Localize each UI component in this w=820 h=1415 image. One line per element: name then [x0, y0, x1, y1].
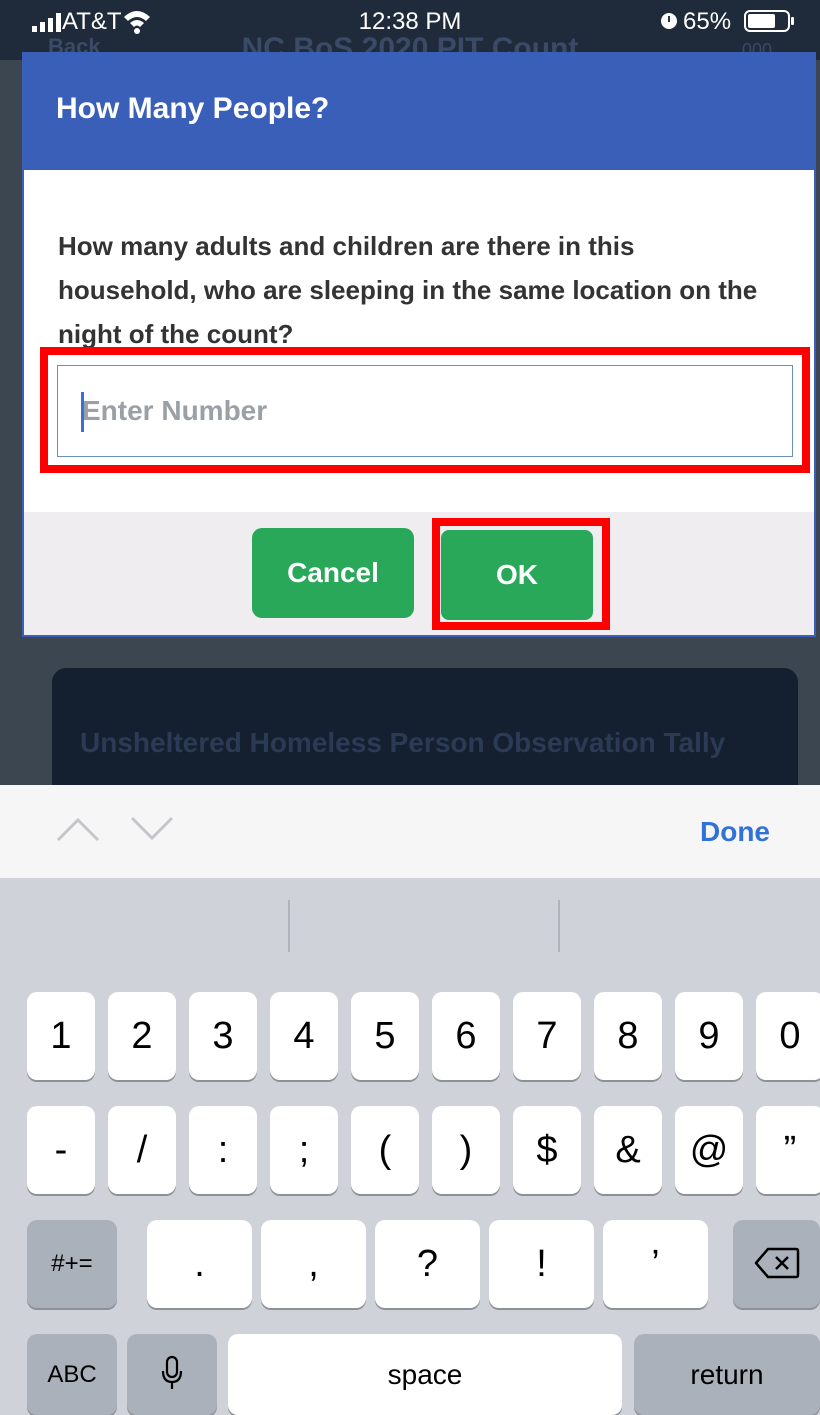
key-4[interactable]: 4 — [270, 992, 338, 1080]
dictation-key[interactable] — [127, 1334, 217, 1415]
key-0[interactable]: 0 — [756, 992, 820, 1080]
space-key[interactable]: space — [228, 1334, 622, 1415]
key-symbols-toggle[interactable]: #+= — [27, 1220, 117, 1308]
key-slash[interactable]: / — [108, 1106, 176, 1194]
key-2[interactable]: 2 — [108, 992, 176, 1080]
input-highlight-box — [40, 347, 810, 473]
key-apostrophe[interactable]: ’ — [603, 1220, 708, 1308]
chevron-down-icon[interactable] — [130, 814, 174, 844]
key-hyphen[interactable]: - — [27, 1106, 95, 1194]
ok-highlight-box — [432, 518, 610, 630]
key-7[interactable]: 7 — [513, 992, 581, 1080]
dialog-question: How many adults and children are there i… — [58, 231, 758, 349]
alarm-icon — [661, 13, 677, 29]
key-8[interactable]: 8 — [594, 992, 662, 1080]
key-1[interactable]: 1 — [27, 992, 95, 1080]
microphone-icon — [161, 1355, 183, 1389]
key-semicolon[interactable]: ; — [270, 1106, 338, 1194]
battery-percentage: 65% — [683, 8, 732, 35]
dialog-title: How Many People? — [56, 92, 330, 125]
done-button[interactable]: Done — [700, 816, 770, 848]
key-abc[interactable]: ABC — [27, 1334, 117, 1415]
key-at[interactable]: @ — [675, 1106, 743, 1194]
key-3[interactable]: 3 — [189, 992, 257, 1080]
key-dollar[interactable]: $ — [513, 1106, 581, 1194]
key-period[interactable]: . — [147, 1220, 252, 1308]
cancel-button[interactable]: Cancel — [252, 528, 414, 618]
key-open-paren[interactable]: ( — [351, 1106, 419, 1194]
chevron-up-icon[interactable] — [56, 814, 100, 844]
key-6[interactable]: 6 — [432, 992, 500, 1080]
status-bar: AT&T 12:38 PM 65% — [0, 0, 820, 42]
key-ampersand[interactable]: & — [594, 1106, 662, 1194]
prediction-divider — [288, 900, 290, 952]
key-question[interactable]: ? — [375, 1220, 480, 1308]
return-key[interactable]: return — [634, 1334, 820, 1415]
battery-icon — [744, 10, 794, 32]
prediction-divider — [558, 900, 560, 952]
key-close-paren[interactable]: ) — [432, 1106, 500, 1194]
backspace-key[interactable] — [733, 1220, 820, 1308]
key-comma[interactable]: , — [261, 1220, 366, 1308]
key-exclamation[interactable]: ! — [489, 1220, 594, 1308]
keyboard-accessory-bar — [0, 785, 820, 878]
background-card-title: Unsheltered Homeless Person Observation … — [80, 727, 726, 758]
key-9[interactable]: 9 — [675, 992, 743, 1080]
backspace-icon — [754, 1247, 799, 1278]
key-5[interactable]: 5 — [351, 992, 419, 1080]
key-colon[interactable]: : — [189, 1106, 257, 1194]
dialog-footer — [24, 512, 814, 635]
key-quote[interactable]: ” — [756, 1106, 820, 1194]
